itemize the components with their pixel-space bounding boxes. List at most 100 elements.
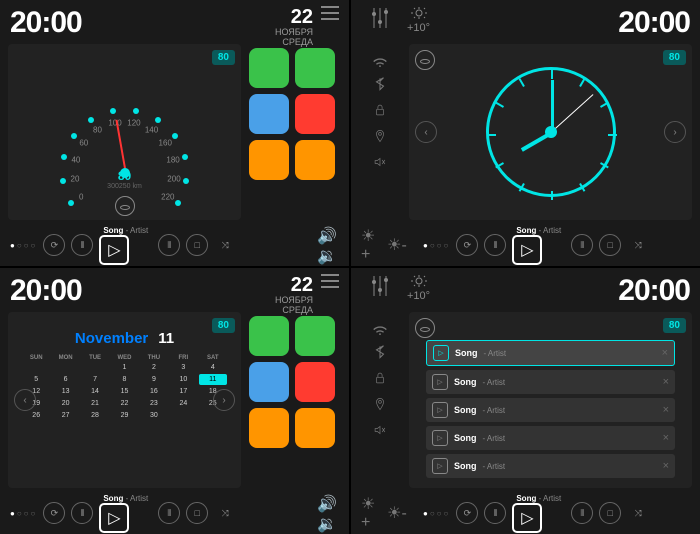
location-icon[interactable] bbox=[370, 126, 390, 146]
calendar-day[interactable]: 16 bbox=[140, 386, 168, 397]
next-button[interactable]: ⦀ bbox=[571, 234, 593, 256]
app-phone[interactable] bbox=[249, 48, 289, 88]
calendar-day[interactable]: 1 bbox=[110, 362, 138, 373]
bluetooth-icon[interactable] bbox=[370, 74, 390, 94]
calendar-day[interactable]: 20 bbox=[51, 398, 79, 409]
app-compass[interactable] bbox=[249, 140, 289, 180]
shuffle-button[interactable]: ⤨ bbox=[214, 234, 236, 256]
prev-button[interactable]: ⦀ bbox=[484, 502, 506, 524]
app-music[interactable] bbox=[295, 94, 335, 134]
playlist-track[interactable]: ▷Song - Artist× bbox=[426, 426, 675, 450]
shuffle-button[interactable]: ⤨ bbox=[214, 502, 236, 524]
repeat-button[interactable]: ⟳ bbox=[456, 234, 478, 256]
play-button[interactable]: ▷ bbox=[99, 503, 129, 533]
app-messages[interactable] bbox=[295, 316, 335, 356]
page-dots: ●○○○ bbox=[423, 241, 450, 250]
menu-icon[interactable] bbox=[321, 6, 339, 25]
next-button[interactable]: ⦀ bbox=[158, 234, 180, 256]
stop-button[interactable]: □ bbox=[599, 234, 621, 256]
calendar-day[interactable]: 5 bbox=[22, 374, 50, 385]
stop-button[interactable]: □ bbox=[599, 502, 621, 524]
app-clock[interactable] bbox=[295, 140, 335, 180]
playlist-track[interactable]: ▷Song - Artist× bbox=[426, 398, 675, 422]
calendar-day[interactable]: 24 bbox=[169, 398, 197, 409]
repeat-button[interactable]: ⟳ bbox=[456, 502, 478, 524]
play-button[interactable]: ▷ bbox=[512, 503, 542, 533]
mazda-logo-icon bbox=[415, 50, 435, 70]
brightness-down-icon[interactable]: ☀- bbox=[387, 235, 407, 255]
panel-playlist: +10° 20:00 80 ▷Song - Artist×▷Song - Art… bbox=[351, 268, 700, 534]
playlist-track[interactable]: ▷Song - Artist× bbox=[426, 340, 675, 366]
calendar-day[interactable]: 7 bbox=[81, 374, 109, 385]
volume-up-button[interactable]: 🔊 bbox=[317, 226, 339, 244]
calendar-day[interactable]: 29 bbox=[110, 410, 138, 421]
next-widget-button[interactable]: › bbox=[213, 389, 235, 411]
app-gallery[interactable] bbox=[249, 94, 289, 134]
playlist-track[interactable]: ▷Song - Artist× bbox=[426, 454, 675, 478]
calendar-day[interactable]: 10 bbox=[169, 374, 197, 385]
location-icon[interactable] bbox=[370, 394, 390, 414]
equalizer-icon[interactable] bbox=[371, 6, 389, 30]
calendar-day[interactable]: 23 bbox=[140, 398, 168, 409]
calendar-day[interactable]: 30 bbox=[140, 410, 168, 421]
stop-button[interactable]: □ bbox=[186, 502, 208, 524]
calendar-day[interactable]: 27 bbox=[51, 410, 79, 421]
calendar-day[interactable]: 15 bbox=[110, 386, 138, 397]
next-button[interactable]: ⦀ bbox=[158, 502, 180, 524]
wifi-icon[interactable] bbox=[370, 316, 390, 336]
app-gallery[interactable] bbox=[249, 362, 289, 402]
app-grid bbox=[249, 312, 341, 488]
calendar-day[interactable]: 26 bbox=[22, 410, 50, 421]
prev-button[interactable]: ⦀ bbox=[484, 234, 506, 256]
lock-icon[interactable] bbox=[370, 100, 390, 120]
repeat-button[interactable]: ⟳ bbox=[43, 502, 65, 524]
calendar-day[interactable]: 28 bbox=[81, 410, 109, 421]
calendar-day[interactable]: 8 bbox=[110, 374, 138, 385]
repeat-button[interactable]: ⟳ bbox=[43, 234, 65, 256]
page-dots: ●○○○ bbox=[10, 241, 37, 250]
calendar-day[interactable]: 6 bbox=[51, 374, 79, 385]
brightness-up-icon[interactable]: ☀+ bbox=[361, 235, 381, 255]
app-messages[interactable] bbox=[295, 48, 335, 88]
prev-widget-button[interactable]: ‹ bbox=[14, 389, 36, 411]
shuffle-button[interactable]: ⤨ bbox=[627, 502, 649, 524]
play-button[interactable]: ▷ bbox=[512, 235, 542, 265]
calendar-day[interactable]: 11 bbox=[199, 374, 227, 385]
volume-down-button[interactable]: 🔉 bbox=[317, 246, 339, 264]
menu-icon[interactable] bbox=[321, 274, 339, 293]
clock-time: 20:00 bbox=[618, 274, 690, 308]
calendar-day[interactable]: 9 bbox=[140, 374, 168, 385]
brightness-up-icon[interactable]: ☀+ bbox=[361, 503, 381, 523]
app-compass[interactable] bbox=[249, 408, 289, 448]
playlist-track[interactable]: ▷Song - Artist× bbox=[426, 370, 675, 394]
mute-icon[interactable] bbox=[370, 152, 390, 172]
prev-button[interactable]: ⦀ bbox=[71, 502, 93, 524]
prev-widget-button[interactable]: ‹ bbox=[415, 121, 437, 143]
brightness-down-icon[interactable]: ☀- bbox=[387, 503, 407, 523]
equalizer-icon[interactable] bbox=[371, 274, 389, 298]
wifi-icon[interactable] bbox=[370, 48, 390, 68]
volume-down-button[interactable]: 🔉 bbox=[317, 514, 339, 532]
play-button[interactable]: ▷ bbox=[99, 235, 129, 265]
shuffle-button[interactable]: ⤨ bbox=[627, 234, 649, 256]
calendar-day[interactable]: 14 bbox=[81, 386, 109, 397]
app-clock[interactable] bbox=[295, 408, 335, 448]
calendar-day[interactable]: 22 bbox=[110, 398, 138, 409]
calendar-day[interactable]: 2 bbox=[140, 362, 168, 373]
calendar-day[interactable]: 21 bbox=[81, 398, 109, 409]
app-grid bbox=[249, 44, 341, 220]
calendar-day[interactable]: 13 bbox=[51, 386, 79, 397]
calendar-day[interactable]: 3 bbox=[169, 362, 197, 373]
calendar-day[interactable]: 4 bbox=[199, 362, 227, 373]
mute-icon[interactable] bbox=[370, 420, 390, 440]
app-phone[interactable] bbox=[249, 316, 289, 356]
next-widget-button[interactable]: › bbox=[664, 121, 686, 143]
volume-up-button[interactable]: 🔊 bbox=[317, 494, 339, 512]
calendar-day[interactable]: 17 bbox=[169, 386, 197, 397]
stop-button[interactable]: □ bbox=[186, 234, 208, 256]
app-music[interactable] bbox=[295, 362, 335, 402]
bluetooth-icon[interactable] bbox=[370, 342, 390, 362]
next-button[interactable]: ⦀ bbox=[571, 502, 593, 524]
prev-button[interactable]: ⦀ bbox=[71, 234, 93, 256]
lock-icon[interactable] bbox=[370, 368, 390, 388]
